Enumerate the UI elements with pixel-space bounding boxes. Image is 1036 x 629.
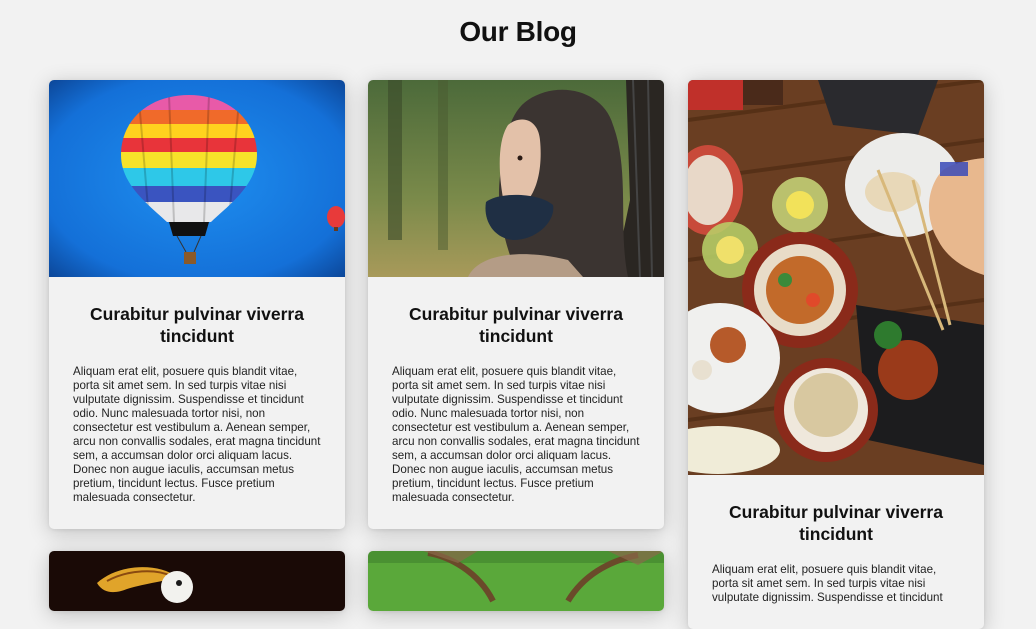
blog-card[interactable]: Curabitur pulvinar viverra tincidunt Ali… <box>368 80 664 529</box>
woman-portrait-photo <box>368 80 664 277</box>
food-table-photo <box>688 80 984 475</box>
blog-card[interactable]: Curabitur pulvinar viverra tincidunt Ali… <box>49 80 345 529</box>
hot-air-balloon-photo <box>49 80 345 277</box>
toucan-bird-photo <box>49 551 345 611</box>
card-excerpt: Aliquam erat elit, posuere quis blandit … <box>392 365 640 504</box>
card-excerpt: Aliquam erat elit, posuere quis blandit … <box>73 365 321 504</box>
card-title[interactable]: Curabitur pulvinar viverra tincidunt <box>392 303 640 347</box>
blog-card[interactable] <box>368 551 664 611</box>
card-title[interactable]: Curabitur pulvinar viverra tincidunt <box>712 501 960 545</box>
bird-wings-grass-photo <box>368 551 664 611</box>
blog-card[interactable]: Curabitur pulvinar viverra tincidunt Ali… <box>688 80 984 629</box>
card-excerpt: Aliquam erat elit, posuere quis blandit … <box>712 563 943 604</box>
blog-card[interactable] <box>49 551 345 611</box>
page-title: Our Blog <box>459 16 577 47</box>
card-title[interactable]: Curabitur pulvinar viverra tincidunt <box>73 303 321 347</box>
